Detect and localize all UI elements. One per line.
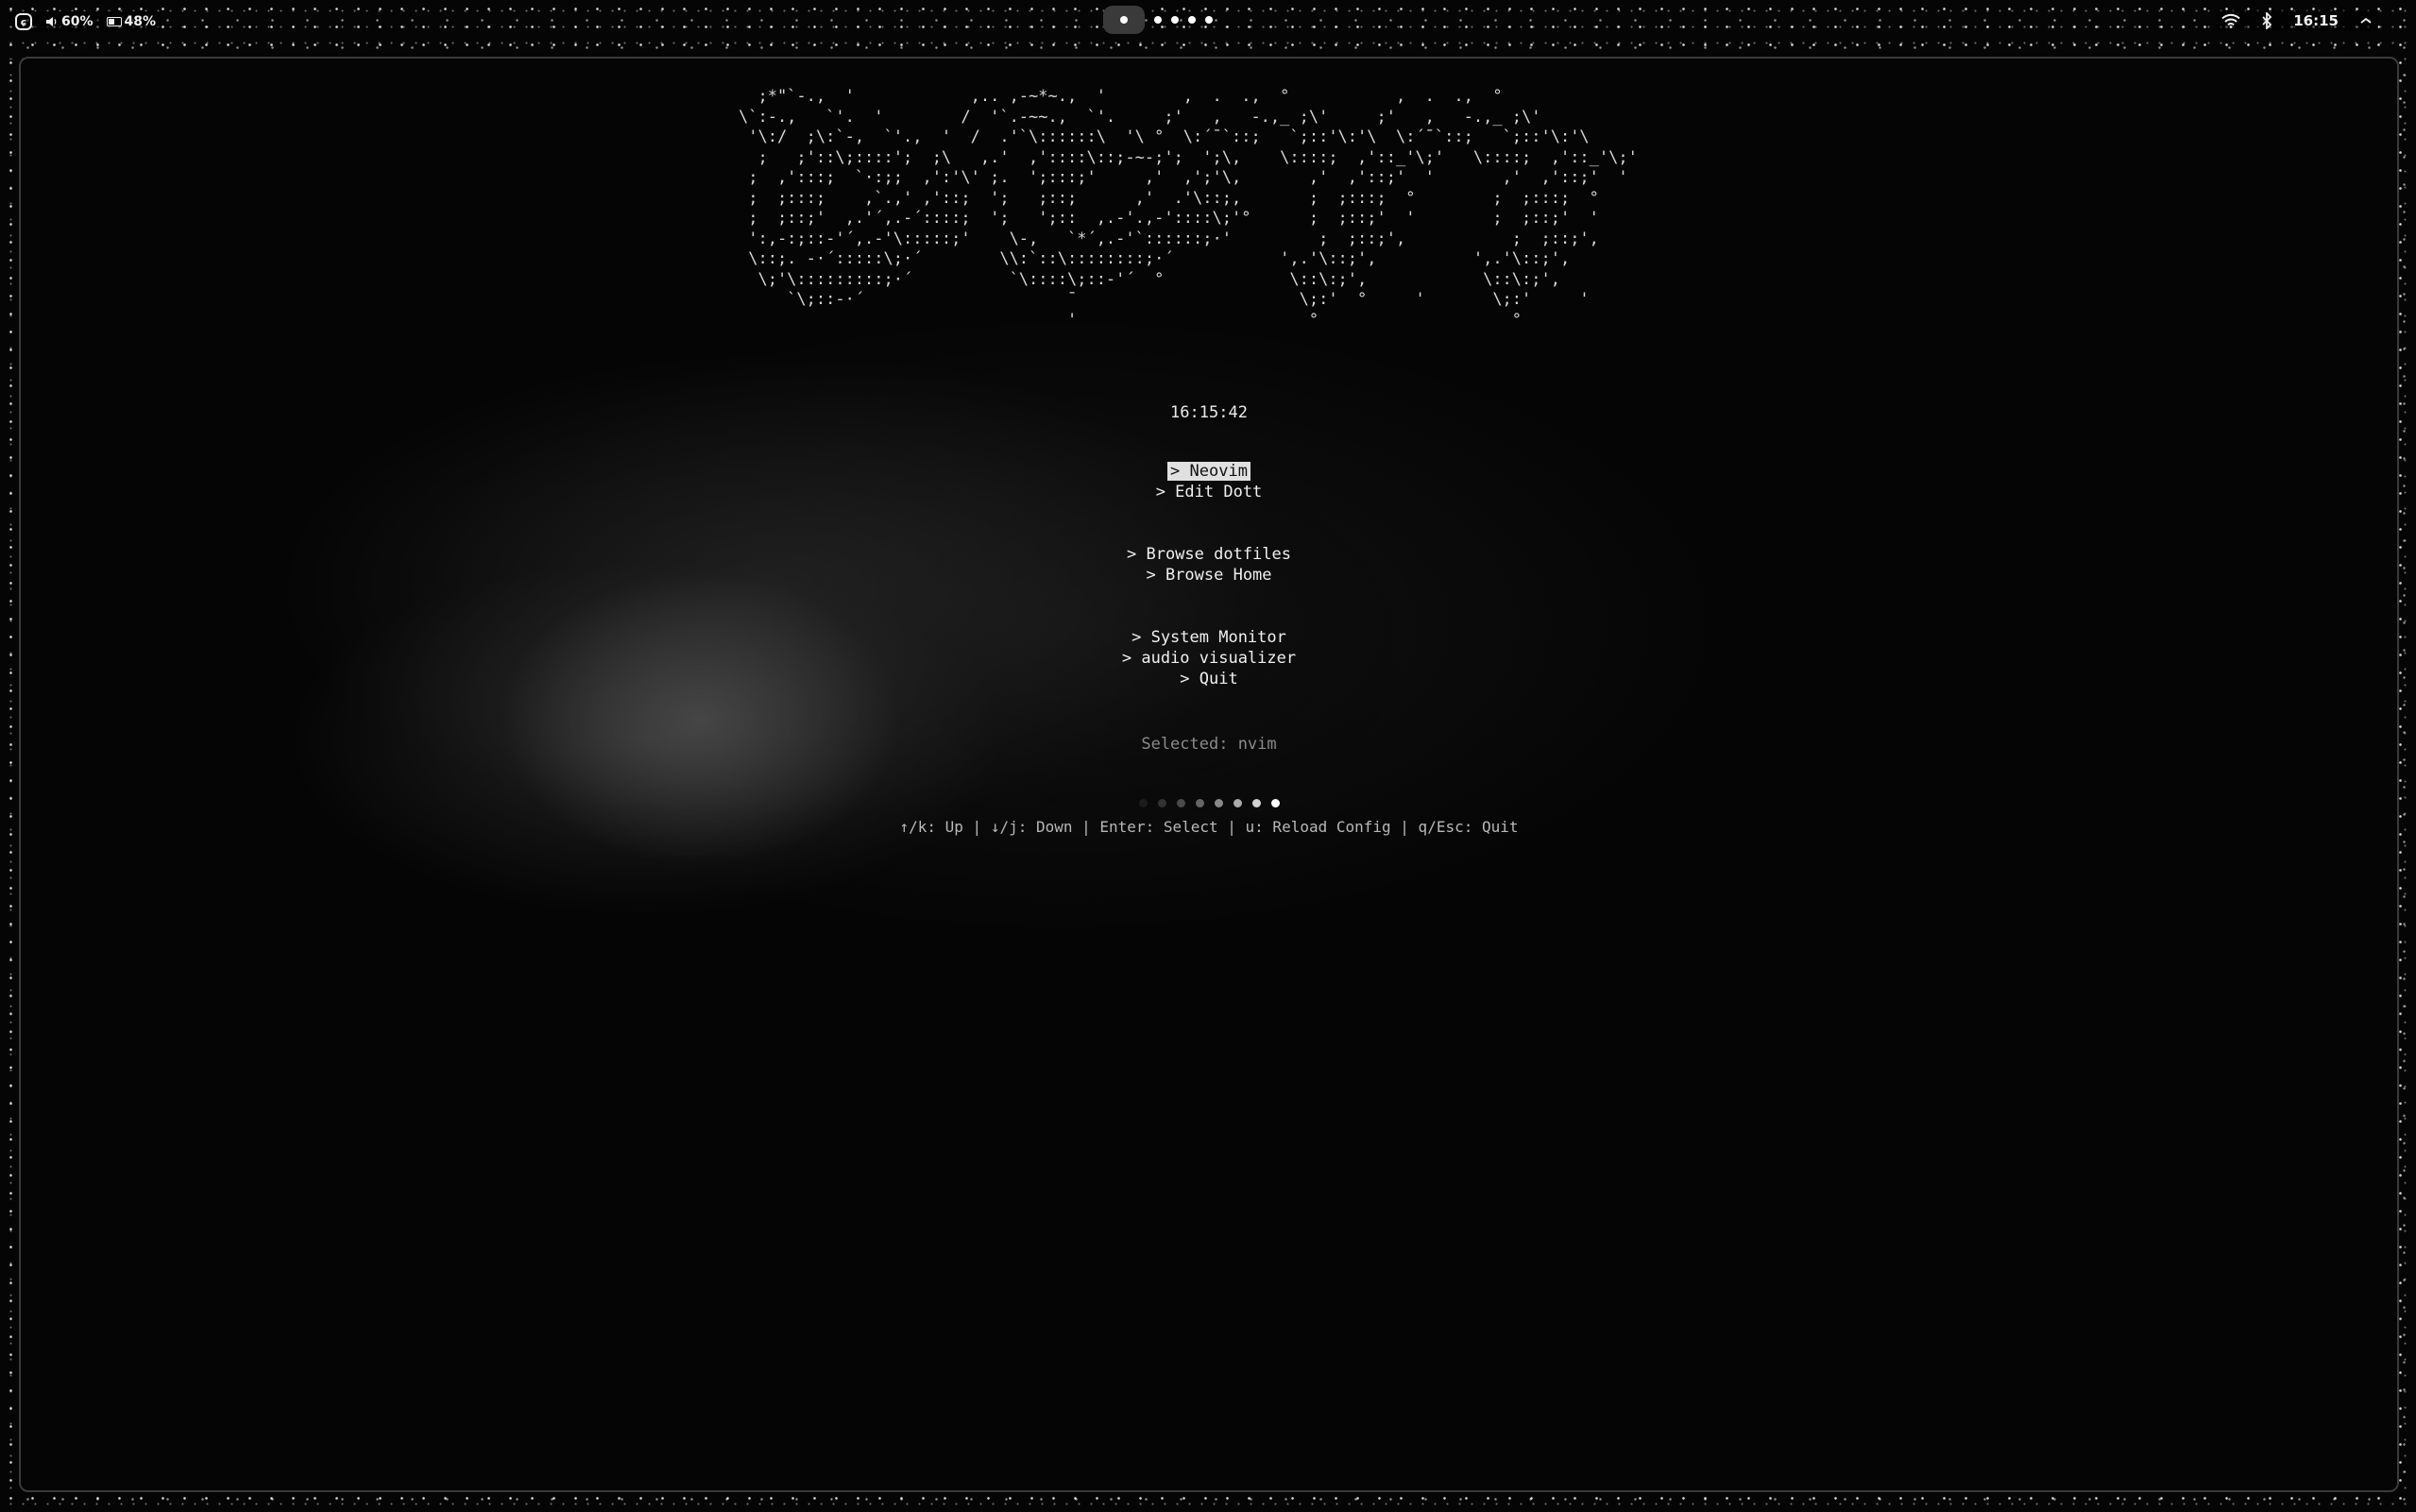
progress-dot-5 [1214,799,1223,807]
keybinding-help: ↑/k: Up | ↓/j: Down | Enter: Select | u:… [899,818,1519,836]
launcher-clock: 16:15:42 [1170,403,1248,422]
wifi-icon[interactable] [2221,13,2240,28]
menu-item-label: > Browse Home [1146,566,1272,585]
battery-indicator[interactable]: 48% [106,14,157,29]
menu-item-browse-home[interactable]: > Browse Home [21,566,2397,585]
ascii-art-logo: ;*"`-., ' ,.. ,-~*~., ' , . ., ° , . ., … [739,87,1638,330]
menu-item-edit-dott[interactable]: > Edit Dott [21,483,2397,501]
menu-item-label: > Edit Dott [1155,483,1263,501]
top-bar-left: ɕ 60% 48% [9,11,162,32]
menu-item-label: > System Monitor [1131,628,1286,647]
launcher-logo-icon[interactable]: ɕ [15,13,32,30]
dott-launcher: ;*"`-., ' ,.. ,-~*~., ' , . ., ° , . ., … [21,59,2397,1490]
top-bar-right: 16:15 [2216,10,2378,31]
progress-dot-8 [1270,799,1280,807]
battery-value: 48% [124,14,157,29]
volume-value: 60% [61,14,94,29]
workspace-1-active[interactable] [1103,6,1145,34]
progress-dots [21,799,2397,807]
workspace-switcher [1103,6,1213,34]
top-bar: ɕ 60% 48% 16:15 [0,0,2416,43]
speaker-icon [46,17,57,26]
menu-item-audio-visualizer[interactable]: > audio visualizer [21,649,2397,668]
chevron-up-icon[interactable] [2359,16,2373,25]
progress-dot-1 [1138,799,1148,807]
battery-icon [106,17,122,26]
desktop: ɕ 60% 48% 16:15 ;*"`-., ' ,.. ,-~*~., ' … [0,0,2416,1512]
menu-item-label: > Quit [1180,670,1238,688]
menu-item-system-monitor[interactable]: > System Monitor [21,628,2397,647]
terminal-window[interactable]: ;*"`-., ' ,.. ,-~*~., ' , . ., ° , . ., … [19,57,2399,1492]
workspace-5[interactable] [1205,16,1213,24]
workspace-3[interactable] [1171,16,1179,24]
progress-dot-3 [1176,799,1185,807]
selected-status: Selected: nvim [1141,735,1277,754]
volume-indicator[interactable]: 60% [45,14,94,29]
progress-dot-7 [1251,799,1261,807]
menu-item-browse-dotfiles[interactable]: > Browse dotfiles [21,545,2397,564]
menu-item-label: > Browse dotfiles [1127,545,1291,564]
menu-item-label: > Neovim [1167,462,1251,481]
menu-item-label: > audio visualizer [1121,649,1297,668]
workspace-4[interactable] [1188,16,1196,24]
progress-dot-4 [1195,799,1204,807]
topbar-clock[interactable]: 16:15 [2293,12,2339,29]
progress-dot-2 [1157,799,1166,807]
menu-item-quit[interactable]: > Quit [21,670,2397,688]
workspace-2[interactable] [1154,16,1162,24]
progress-dot-6 [1233,799,1242,807]
bluetooth-icon[interactable] [2261,12,2272,29]
menu-item-neovim[interactable]: > Neovim [21,462,2397,481]
